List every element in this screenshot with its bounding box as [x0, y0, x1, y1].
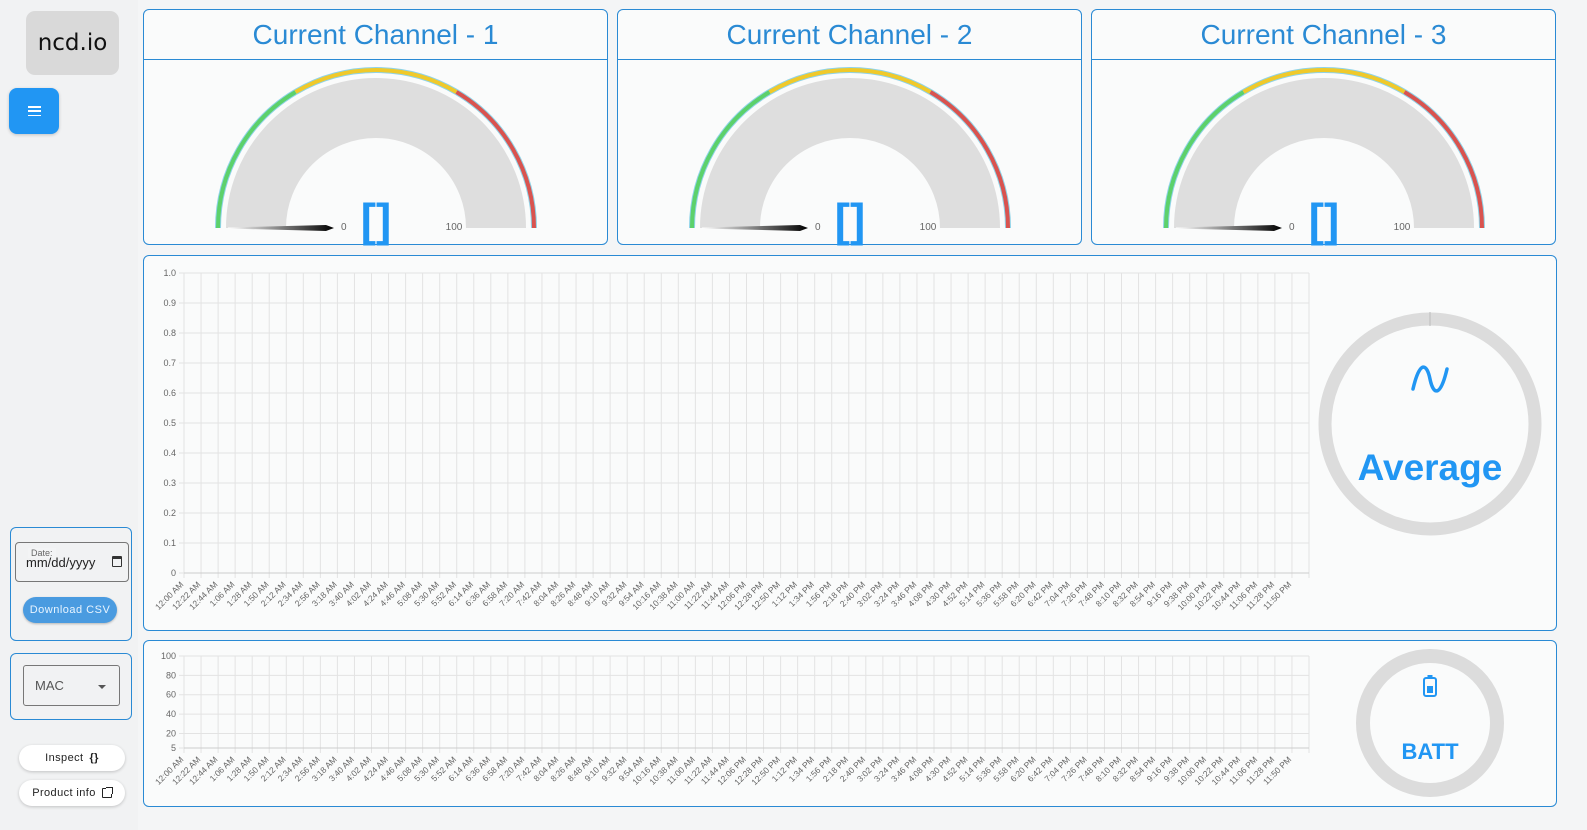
y-tick-label: 1.0 [163, 268, 176, 278]
sine-wave-icon [1411, 365, 1449, 393]
gauge-value: [] [835, 194, 866, 246]
caret-down-icon [98, 685, 106, 689]
y-tick-label: 0.3 [163, 478, 176, 488]
mac-select-value: MAC [35, 678, 64, 693]
gauge-value: [] [361, 194, 392, 246]
gauge: 0 100 [] [215, 67, 537, 246]
product-info-label: Product info [32, 787, 96, 799]
product-info-button[interactable]: Product info [19, 780, 125, 806]
y-tick-label: 100 [161, 651, 176, 661]
external-link-icon [101, 787, 113, 798]
y-tick-label: 5 [171, 743, 176, 753]
y-tick-label: 0.7 [163, 358, 176, 368]
gauge-title: Current Channel - 2 [618, 10, 1081, 60]
average-ring [1318, 312, 1542, 536]
battery-line-chart: 52040608010012:00 AM12:22 AM12:44 AM1:06… [153, 649, 1504, 797]
batt-label: BATT [1401, 739, 1459, 764]
gauge-max-label: 100 [446, 222, 463, 233]
current-chart-card: 0 0.1 0.2 0.3 0.4 0.5 0.6 0.7 0.8 0.9 1.0 12:00 AM 1… [143, 255, 1557, 631]
gauge: 0 100 [] [1163, 67, 1485, 246]
y-tick-label: 0.2 [163, 508, 176, 518]
gauge: 0 100 [] [689, 67, 1011, 246]
gauge-card-2: Current Channel - 2 0 100 [] [617, 9, 1082, 246]
gauge-title: Current Channel - 1 [144, 10, 607, 60]
logo: ncd.io [26, 11, 119, 75]
y-tick-label: 40 [166, 709, 176, 719]
calendar-icon[interactable] [112, 556, 122, 567]
average-label: Average [1358, 447, 1503, 488]
hamburger-menu-icon [27, 106, 41, 116]
download-csv-button[interactable]: Download CSV [23, 597, 117, 623]
gauge-card-3: Current Channel - 3 0 100 [] [1091, 9, 1556, 246]
date-input[interactable]: Date: mm/dd/yyyy [15, 542, 129, 582]
menu-button[interactable] [9, 88, 59, 134]
gauge-min-label: 0 [1289, 222, 1295, 233]
current-line-chart: 00.10.20.30.40.50.60.70.80.91.012:00 AM1… [153, 268, 1542, 612]
y-tick-label: 0 [171, 568, 176, 578]
y-tick-label: 0.5 [163, 418, 176, 428]
mac-select[interactable]: MAC [23, 665, 120, 706]
date-placeholder: mm/dd/yyyy [26, 555, 96, 570]
y-tick-label: 60 [166, 690, 176, 700]
battery-icon-cap [1427, 675, 1433, 678]
gauge-title: Current Channel - 3 [1092, 10, 1555, 60]
date-panel: Date: mm/dd/yyyy Download CSV [10, 527, 132, 641]
y-tick-label: 0.9 [163, 298, 176, 308]
gauge-max-label: 100 [920, 222, 937, 233]
mac-panel: MAC [10, 653, 132, 720]
y-tick-label: 0.8 [163, 328, 176, 338]
battery-chart-card: 5 20 40 60 80 100 12:00 AM 12:22 AM 12:44 AM 1:06… [143, 640, 1557, 807]
braces-icon: {} [89, 752, 99, 764]
gauge-value: [] [1309, 194, 1340, 246]
gauge-card-1: Current Channel - 1 0 100 [] [143, 9, 608, 246]
sidebar: ncd.io Date: mm/dd/yyyy Download CSV MAC… [0, 0, 138, 830]
inspect-label: Inspect [45, 752, 84, 764]
gauge-min-label: 0 [815, 222, 821, 233]
y-tick-label: 0.4 [163, 448, 176, 458]
y-tick-label: 20 [166, 728, 176, 738]
gauge-min-label: 0 [341, 222, 347, 233]
battery-icon-level [1427, 686, 1433, 693]
y-tick-label: 0.6 [163, 388, 176, 398]
inspect-button[interactable]: Inspect {} [19, 745, 125, 771]
y-tick-label: 0.1 [163, 538, 176, 548]
y-tick-label: 80 [166, 670, 176, 680]
gauge-max-label: 100 [1394, 222, 1411, 233]
